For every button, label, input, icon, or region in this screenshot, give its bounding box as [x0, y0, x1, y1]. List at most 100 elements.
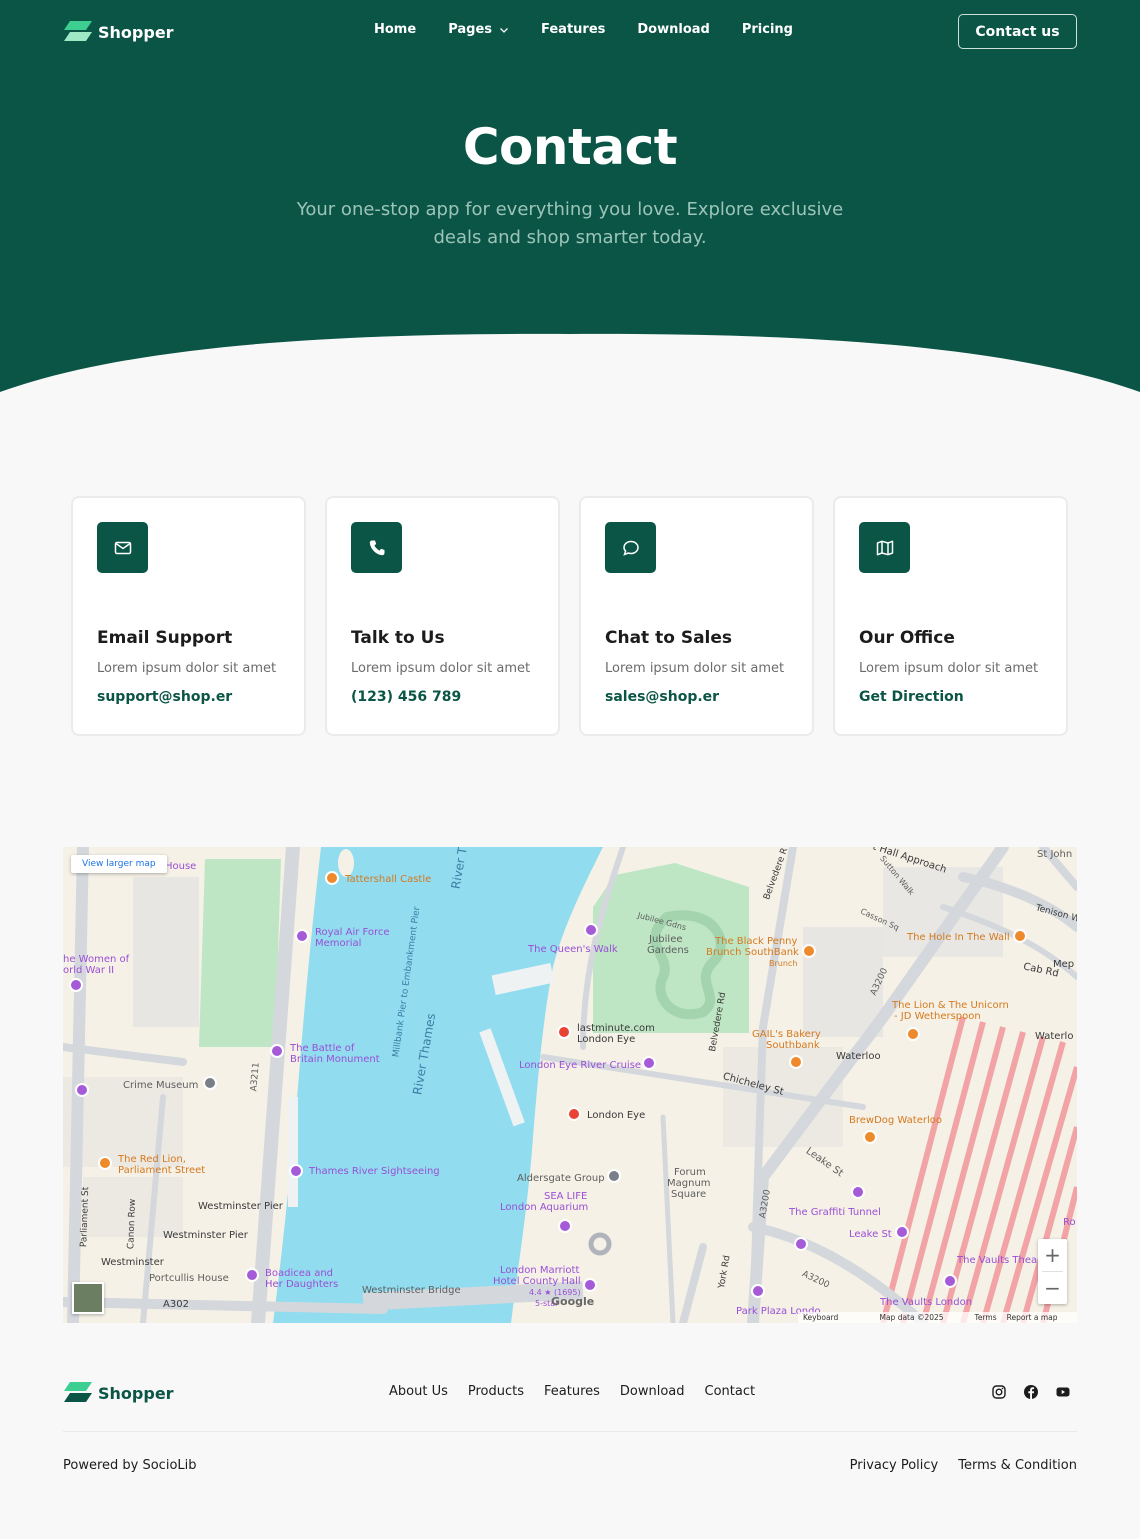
map-label: Parliament Street: [118, 1165, 206, 1176]
map-label: Tattershall Castle: [345, 874, 432, 885]
card-title: Email Support: [97, 628, 233, 648]
pin-gray-icon[interactable]: [203, 1076, 217, 1090]
pin-purple-icon[interactable]: [558, 1219, 572, 1233]
nav-link-download[interactable]: Download: [637, 22, 709, 37]
keyboard-shortcuts-link[interactable]: Keyboard shortcuts: [803, 1312, 869, 1323]
map-label: The Battle of: [290, 1043, 355, 1054]
instagram-icon[interactable]: [991, 1384, 1007, 1400]
privacy-policy-link[interactable]: Privacy Policy: [850, 1458, 939, 1473]
pin-orange-icon[interactable]: [789, 1055, 803, 1069]
card-description: Lorem ipsum dolor sit amet: [97, 661, 277, 676]
map-label: A302: [163, 1299, 189, 1310]
map-label: Square: [671, 1189, 707, 1200]
nav-link-pricing[interactable]: Pricing: [742, 22, 793, 37]
pin-orange-icon[interactable]: [802, 944, 816, 958]
card-icon-box: [859, 522, 910, 573]
map-label: The Lion & The Unicorn: [892, 1000, 1009, 1011]
pin-orange-icon[interactable]: [1013, 929, 1027, 943]
footer-link-features[interactable]: Features: [544, 1384, 600, 1399]
pin-orange-icon[interactable]: [863, 1130, 877, 1144]
map-label: Thames River Sightseeing: [309, 1166, 440, 1177]
pin-purple-icon[interactable]: [295, 929, 309, 943]
pin-purple-icon[interactable]: [270, 1044, 284, 1058]
map-attribution: Keyboard shortcuts Map data ©2025 Google…: [798, 1312, 1077, 1323]
pin-orange-icon[interactable]: [906, 1027, 920, 1041]
chevron-down-icon: [500, 27, 508, 33]
map-label: Jubilee: [649, 934, 683, 945]
nav-link-download-label: Download: [637, 22, 710, 37]
pin-purple-icon[interactable]: [289, 1164, 303, 1178]
map-label: St John: [1037, 849, 1073, 860]
pin-purple-icon[interactable]: [69, 978, 83, 992]
nav-link-features[interactable]: Features: [541, 22, 605, 37]
map-label: Portcullis House: [149, 1273, 229, 1284]
map-label: GAIL's Bakery: [752, 1029, 821, 1040]
card-talk-to-us: Talk to Us Lorem ipsum dolor sit amet (1…: [325, 496, 560, 736]
map-label: Forum: [674, 1167, 706, 1178]
nav-link-home[interactable]: Home: [374, 22, 416, 37]
map-label: The Hole In The Wall: [907, 932, 1010, 943]
header-logo[interactable]: Shopper: [64, 21, 174, 43]
card-email-support: Email Support Lorem ipsum dolor sit amet…: [71, 496, 306, 736]
pin-purple-icon[interactable]: [583, 1278, 597, 1292]
shopper-logo-icon: [64, 21, 92, 41]
pin-purple-icon[interactable]: [851, 1185, 865, 1199]
pin-purple-icon[interactable]: [751, 1284, 765, 1298]
pin-red-icon[interactable]: [557, 1025, 571, 1039]
pin-purple-icon[interactable]: [642, 1056, 656, 1070]
email-support-link[interactable]: support@shop.er: [97, 689, 232, 705]
map-label: he Women of: [63, 954, 130, 965]
report-error-link[interactable]: Report a map error: [1007, 1312, 1072, 1323]
footer-link-about[interactable]: About Us: [389, 1384, 448, 1399]
terms-link[interactable]: Terms: [975, 1312, 997, 1323]
pin-purple-icon[interactable]: [794, 1237, 808, 1251]
pin-orange-icon[interactable]: [98, 1156, 112, 1170]
view-larger-map-link[interactable]: View larger map: [71, 855, 167, 873]
pin-purple-icon[interactable]: [584, 923, 598, 937]
map-label: London Marriott: [500, 1265, 580, 1276]
brand-name: Shopper: [98, 1383, 174, 1403]
map-label: The Graffiti Tunnel: [789, 1207, 881, 1218]
footer-link-products[interactable]: Products: [468, 1384, 524, 1399]
map-label: Brunch: [769, 959, 798, 968]
map-label: lastminute.com: [577, 1023, 655, 1034]
terms-condition-link[interactable]: Terms & Condition: [958, 1458, 1077, 1473]
facebook-icon[interactable]: [1023, 1384, 1039, 1400]
zoom-controls: + −: [1038, 1239, 1067, 1304]
map-label: London Eye: [577, 1034, 636, 1045]
footer-link-contact[interactable]: Contact: [705, 1384, 756, 1399]
zoom-in-button[interactable]: +: [1038, 1239, 1067, 1271]
footer-link-download[interactable]: Download: [620, 1384, 685, 1399]
satellite-toggle-button[interactable]: [72, 1282, 104, 1314]
contact-us-button[interactable]: Contact us: [958, 14, 1077, 49]
pin-purple-icon[interactable]: [943, 1274, 957, 1288]
footer-logo[interactable]: Shopper: [64, 1382, 174, 1404]
nav-links: Home Pages Features Download Pricing: [374, 22, 825, 37]
nav-link-pages[interactable]: Pages: [448, 22, 509, 37]
pin-gray-icon[interactable]: [607, 1169, 621, 1183]
phone-icon: [369, 540, 384, 555]
youtube-icon[interactable]: [1055, 1384, 1071, 1400]
map-label: House: [165, 861, 197, 872]
pin-purple-icon[interactable]: [245, 1268, 259, 1282]
nav-link-features-label: Features: [541, 22, 606, 37]
pin-orange-icon[interactable]: [325, 871, 339, 885]
map-label: Canon Row: [126, 1198, 139, 1250]
phone-link[interactable]: (123) 456 789: [351, 689, 461, 705]
card-description: Lorem ipsum dolor sit amet: [351, 661, 531, 676]
map-label: Royal Air Force: [315, 927, 390, 938]
map-label: Westminster: [101, 1257, 164, 1268]
map-label: The Vaults Thea: [957, 1255, 1038, 1266]
map-icon: [876, 540, 893, 555]
mail-icon: [114, 541, 131, 554]
sales-email-link[interactable]: sales@shop.er: [605, 689, 719, 705]
zoom-out-button[interactable]: −: [1038, 1272, 1067, 1304]
card-our-office: Our Office Lorem ipsum dolor sit amet Ge…: [833, 496, 1068, 736]
location-map[interactable]: House Tattershall Castle Royal Air Force…: [63, 847, 1077, 1323]
map-label: Mep: [1053, 959, 1075, 970]
pin-purple-icon[interactable]: [75, 1083, 89, 1097]
pin-purple-icon[interactable]: [895, 1225, 909, 1239]
pin-red-icon[interactable]: [567, 1107, 581, 1121]
map-label: Westminster Pier: [163, 1230, 248, 1241]
get-direction-link[interactable]: Get Direction: [859, 689, 964, 705]
